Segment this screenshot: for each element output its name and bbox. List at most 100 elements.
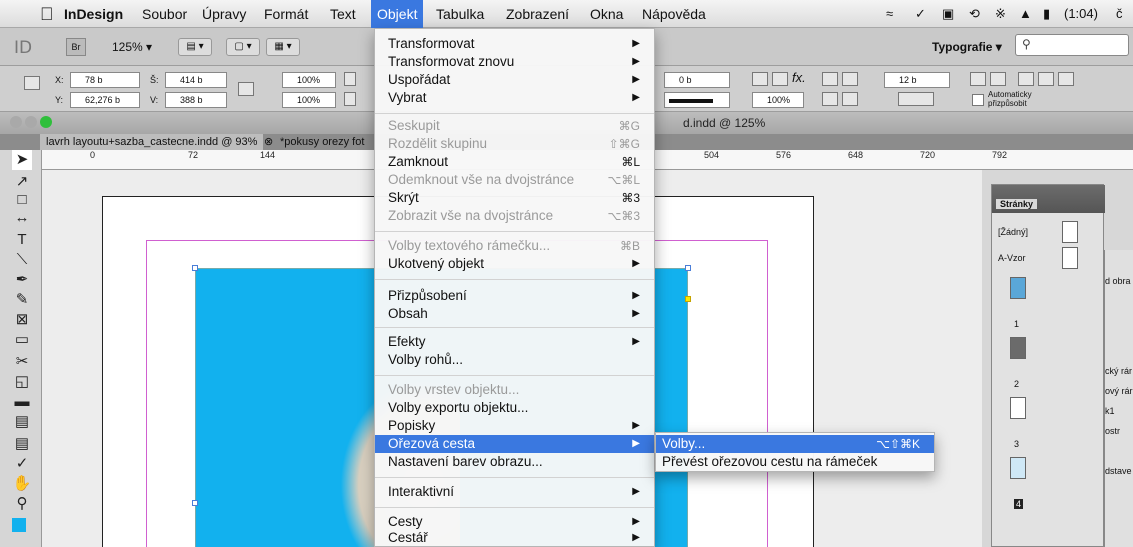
fit-proportional-icon[interactable] <box>842 92 858 106</box>
distribute-right-icon[interactable] <box>1058 72 1074 86</box>
panel-item[interactable]: ový rár <box>1105 386 1133 396</box>
menu-zobrazeni[interactable]: Zobrazení <box>500 0 575 28</box>
frame-handle[interactable] <box>685 265 691 271</box>
selection-tool-icon[interactable]: ➤ <box>12 150 32 170</box>
distribute-center-icon[interactable] <box>1038 72 1054 86</box>
menu-item-cestar[interactable]: Cestář ▶ <box>375 529 654 547</box>
menu-item-zamknout[interactable]: Zamknout ⌘L <box>375 153 654 171</box>
drop-shadow-icon[interactable] <box>772 72 788 86</box>
corner-shape-icon[interactable] <box>898 92 934 106</box>
free-transform-tool-icon[interactable]: ◱ <box>12 372 32 392</box>
y-position-field[interactable]: Y: 62,276 b <box>55 92 140 108</box>
menu-upravy[interactable]: Úpravy <box>196 0 252 28</box>
zoom-window-icon[interactable] <box>40 116 52 128</box>
zoom-tool-icon[interactable]: ⚲ <box>12 494 32 514</box>
menu-item-obsah[interactable]: Obsah ▶ <box>375 305 654 323</box>
menu-format[interactable]: Formát <box>258 0 314 28</box>
rectangle-frame-tool-icon[interactable]: ⊠ <box>12 310 32 330</box>
checkmark-status-icon[interactable]: ✓ <box>915 0 926 28</box>
stroke-weight-field[interactable]: 0 b <box>664 72 730 88</box>
fit-content-icon[interactable] <box>822 72 838 86</box>
menu-item-volby-exportu[interactable]: Volby exportu objektu... <box>375 399 654 417</box>
scissors-tool-icon[interactable]: ✂ <box>12 352 32 372</box>
page-thumbnail[interactable] <box>1010 337 1026 359</box>
menu-tabulka[interactable]: Tabulka <box>430 0 490 28</box>
none-master-thumb[interactable] <box>1062 221 1078 243</box>
page-thumbnail[interactable] <box>1010 397 1026 419</box>
note-tool-icon[interactable]: ▤ <box>12 434 32 454</box>
menu-item-prizpusobeni[interactable]: Přizpůsobení ▶ <box>375 287 654 305</box>
constrain-proportions-icon[interactable] <box>238 82 254 96</box>
panel-item[interactable]: ostr <box>1105 426 1133 436</box>
battery-icon[interactable]: ▮ <box>1043 0 1050 28</box>
stroke-type-field[interactable] <box>664 92 730 108</box>
menu-item-usporadat[interactable]: Uspořádat ▶ <box>375 71 654 89</box>
panel-item[interactable]: d obra <box>1105 276 1133 286</box>
direct-selection-tool-icon[interactable]: ↗ <box>12 172 32 192</box>
pen-tool-icon[interactable]: ✒ <box>12 270 32 290</box>
menu-okna[interactable]: Okna <box>584 0 629 28</box>
wifi-icon[interactable]: ≈ <box>886 0 893 28</box>
hand-tool-icon[interactable]: ✋ <box>12 474 32 494</box>
gradient-feather-tool-icon[interactable]: ▤ <box>12 412 32 432</box>
menu-app-name[interactable]: InDesign <box>58 0 129 28</box>
scale-x-field[interactable]: 100% <box>282 72 336 88</box>
panel-item[interactable]: dstave <box>1105 466 1133 476</box>
scale-y-dropdown-icon[interactable] <box>344 92 356 106</box>
reference-point-icon[interactable] <box>24 76 40 90</box>
battery-time[interactable]: (1:04) <box>1064 0 1098 28</box>
none-master-label[interactable]: [Žádný] <box>998 227 1028 237</box>
pages-panel-title[interactable]: Stránky <box>996 199 1038 209</box>
pencil-tool-icon[interactable]: ✎ <box>12 290 32 310</box>
menu-item-zobrazit-vse[interactable]: Zobrazit vše na dvojstránce ⌥⌘3 <box>375 207 654 225</box>
tab-pokusy-doc[interactable]: *pokusy orezy fot <box>274 134 370 150</box>
menu-napoveda[interactable]: Nápověda <box>636 0 712 28</box>
menu-soubor[interactable]: Soubor <box>136 0 193 28</box>
center-content-icon[interactable] <box>822 92 838 106</box>
distribute-left-icon[interactable] <box>1018 72 1034 86</box>
scale-x-dropdown-icon[interactable] <box>344 72 356 86</box>
zoom-dropdown[interactable]: 125% ▾ <box>112 40 152 54</box>
minimize-window-icon[interactable] <box>25 116 37 128</box>
submenu-item-volby[interactable]: Volby... ⌥⇧⌘K <box>656 435 934 453</box>
frame-handle[interactable] <box>192 500 198 506</box>
fill-frame-icon[interactable] <box>842 72 858 86</box>
master-a-label[interactable]: A-Vzor <box>998 253 1026 263</box>
align-left-icon[interactable] <box>970 72 986 86</box>
display-icon[interactable]: ▣ <box>942 0 954 28</box>
search-field[interactable]: ⚲ <box>1015 34 1129 56</box>
frame-handle[interactable] <box>192 265 198 271</box>
menu-item-efekty[interactable]: Efekty ▶ <box>375 333 654 351</box>
arrange-documents-icon[interactable]: ▦ ▾ <box>266 38 300 56</box>
master-a-thumb[interactable] <box>1062 247 1078 269</box>
menu-item-odemknout-vse[interactable]: Odemknout vše na dvojstránce ⌥⌘L <box>375 171 654 189</box>
bluetooth-icon[interactable]: ※ <box>995 0 1006 28</box>
height-field[interactable]: V: 388 b <box>150 92 227 108</box>
close-window-icon[interactable] <box>10 116 22 128</box>
scale-y-field[interactable]: 100% <box>282 92 336 108</box>
menu-item-volby-textoveho-ramecku[interactable]: Volby textového rámečku... ⌘B <box>375 237 654 255</box>
apple-menu-icon[interactable]:  <box>34 0 60 28</box>
gradient-tool-icon[interactable]: ▬ <box>12 392 32 412</box>
fill-stroke-swatch-icon[interactable] <box>12 518 26 532</box>
column-width-field[interactable]: 12 b <box>884 72 950 88</box>
type-tool-icon[interactable]: T <box>12 230 32 250</box>
tab-layout-doc[interactable]: lavrh layoutu+sazba_castecne.indd @ 93% <box>40 134 264 150</box>
menu-item-transformovat-znovu[interactable]: Transformovat znovu ▶ <box>375 53 654 71</box>
gap-tool-icon[interactable]: ↔ <box>12 208 32 228</box>
menu-item-orezova-cesta[interactable]: Ořezová cesta ▶ <box>375 435 654 453</box>
menu-item-interaktivni[interactable]: Interaktivní ▶ <box>375 483 654 501</box>
page-thumbnail[interactable] <box>1010 457 1026 479</box>
bridge-button[interactable]: Br <box>66 38 86 56</box>
rectangle-tool-icon[interactable]: ▭ <box>12 330 32 350</box>
page-thumbnail[interactable] <box>1010 277 1026 299</box>
submenu-item-prevest-na-ramecek[interactable]: Převést ořezovou cestu na rámeček <box>656 453 934 471</box>
align-center-icon[interactable] <box>990 72 1006 86</box>
frame-fitting-icon[interactable] <box>752 72 768 86</box>
view-options-icon[interactable]: ▤ ▾ <box>178 38 212 56</box>
menu-item-transformovat[interactable]: Transformovat ▶ <box>375 35 654 53</box>
menu-item-vybrat[interactable]: Vybrat ▶ <box>375 89 654 107</box>
opacity-field[interactable]: 100% <box>752 92 804 108</box>
page-tool-icon[interactable]: □ <box>12 190 32 210</box>
menu-item-skryt[interactable]: Skrýt ⌘3 <box>375 189 654 207</box>
